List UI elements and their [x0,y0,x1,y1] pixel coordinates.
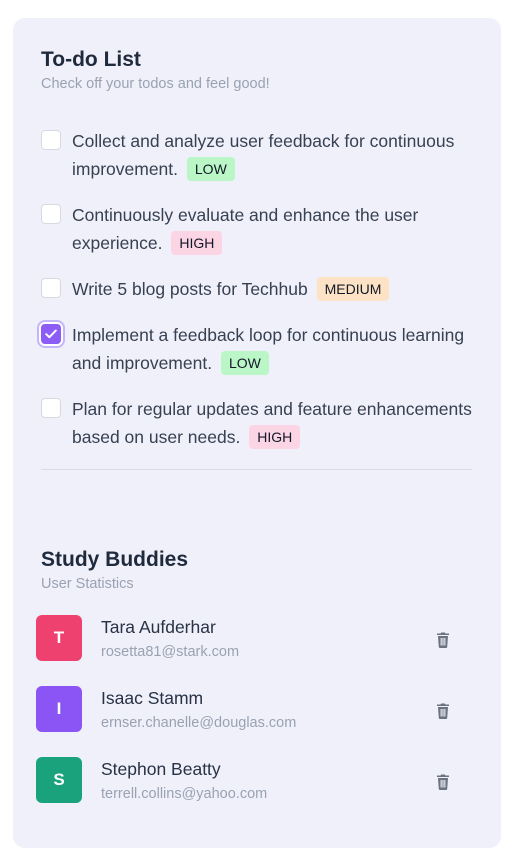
buddy-list: T Tara Aufderhar rosetta81@stark.com I I… [36,615,472,828]
buddy-row: I Isaac Stamm ernser.chanelle@douglas.co… [36,686,472,757]
todo-item: Continuously evaluate and enhance the us… [41,201,472,257]
main-card: To-do List Check off your todos and feel… [13,18,501,848]
todo-checkbox[interactable] [41,324,61,344]
todo-title: To-do List [41,48,141,71]
buddies-title: Study Buddies [41,548,189,571]
avatar: I [36,686,82,732]
section-divider [41,469,472,470]
todo-label: Write 5 blog posts for Techhub [72,279,308,299]
todo-label: Collect and analyze user feedback for co… [72,131,455,179]
todo-item: Plan for regular updates and feature enh… [41,395,472,451]
todo-text: Implement a feedback loop for continuous… [72,321,472,377]
todo-checkbox[interactable] [41,204,61,224]
priority-badge: MEDIUM [316,277,390,301]
todo-item: Write 5 blog posts for Techhub MEDIUM [41,275,472,303]
todo-label: Continuously evaluate and enhance the us… [72,205,419,253]
priority-badge: HIGH [171,231,223,255]
buddies-subtitle: User Statistics [41,576,134,592]
avatar: S [36,757,82,803]
todo-list: Collect and analyze user feedback for co… [41,127,472,451]
todo-checkbox[interactable] [41,278,61,298]
todo-checkbox[interactable] [41,130,61,150]
todo-subtitle: Check off your todos and feel good! [41,76,270,92]
buddy-row: S Stephon Beatty terrell.collins@yahoo.c… [36,757,472,828]
priority-badge: HIGH [249,425,301,449]
trash-icon[interactable] [436,774,450,790]
buddy-name: Stephon Beatty [101,759,221,779]
todo-item: Collect and analyze user feedback for co… [41,127,472,183]
study-buddies-section: Study Buddies User Statistics T Tara Auf… [36,546,472,828]
buddy-name: Tara Aufderhar [101,617,216,637]
avatar: T [36,615,82,661]
todo-checkbox[interactable] [41,398,61,418]
todo-text: Continuously evaluate and enhance the us… [72,201,472,257]
priority-badge: LOW [186,157,235,181]
todo-section: To-do List Check off your todos and feel… [41,46,472,470]
priority-badge: LOW [220,351,269,375]
todo-text: Collect and analyze user feedback for co… [72,127,472,183]
buddy-email: rosetta81@stark.com [101,644,240,660]
buddy-email: ernser.chanelle@douglas.com [101,715,297,731]
trash-icon[interactable] [436,703,450,719]
todo-item: Implement a feedback loop for continuous… [41,321,472,377]
trash-icon[interactable] [436,632,450,648]
checkmark-icon [45,329,57,339]
todo-text: Plan for regular updates and feature enh… [72,395,472,451]
buddy-email: terrell.collins@yahoo.com [101,786,268,802]
buddy-name: Isaac Stamm [101,688,204,708]
todo-text: Write 5 blog posts for Techhub MEDIUM [72,275,472,303]
buddy-row: T Tara Aufderhar rosetta81@stark.com [36,615,472,686]
